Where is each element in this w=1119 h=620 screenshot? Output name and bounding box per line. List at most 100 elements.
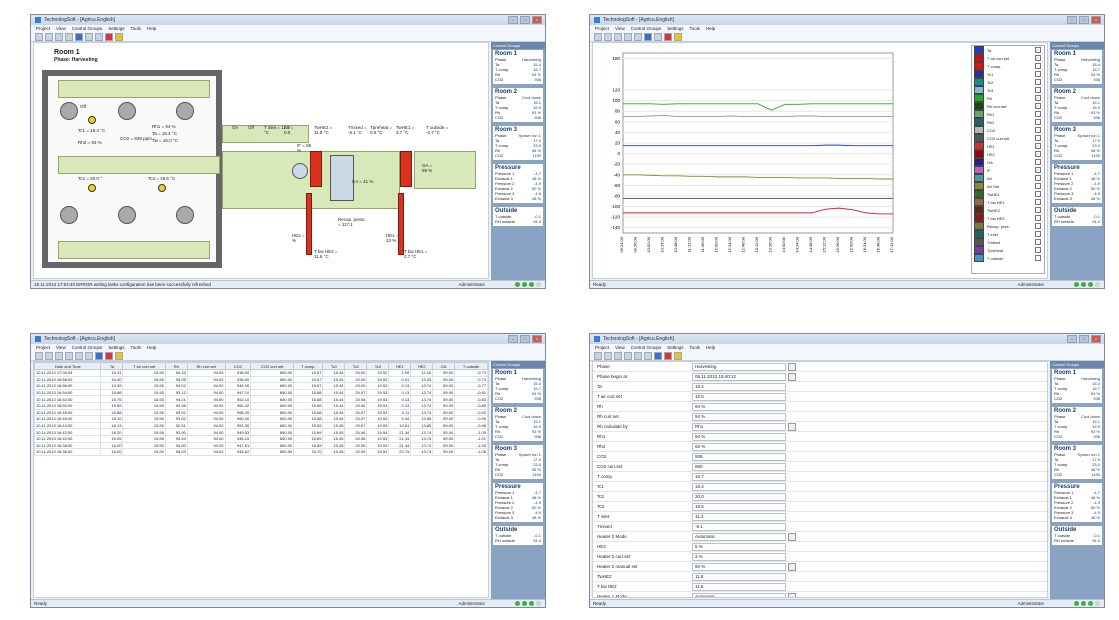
parameter-value[interactable]: 11.8 — [692, 572, 786, 581]
menu-project[interactable]: Project — [595, 26, 609, 31]
help-icon[interactable] — [115, 351, 123, 360]
legend-checkbox[interactable] — [1035, 207, 1041, 213]
legend-checkbox[interactable] — [1035, 183, 1041, 189]
room-3-card[interactable]: Room 3 Phase Spawn run 1 Ta 17.0 T comp. 23… — [493, 126, 543, 160]
legend-item[interactable]: Rh2 — [972, 118, 1044, 126]
legend-item[interactable]: Tc1 — [972, 70, 1044, 78]
parameter-value[interactable]: 15.5 — [692, 392, 786, 401]
outside-card[interactable]: Outside T outside -0.1 RH outside 94.0 — [1052, 526, 1102, 545]
valve-he2-icon[interactable] — [306, 193, 312, 255]
room-2-card[interactable]: Room 2 Phase Cool down Ta 15.1 T comp. 15.9… — [493, 88, 543, 122]
sensor-tc2-icon[interactable] — [88, 184, 96, 192]
parameter-value[interactable]: 11.6 — [692, 582, 786, 591]
legend-item[interactable]: T bw HE1 — [972, 198, 1044, 206]
new-icon[interactable] — [594, 351, 602, 360]
print-icon[interactable] — [624, 32, 632, 41]
parameter-value[interactable]: 94 % — [692, 412, 786, 421]
legend-item[interactable]: T inlet — [972, 230, 1044, 238]
legend-checkbox[interactable] — [1035, 255, 1041, 261]
close-button[interactable]: × — [532, 335, 542, 343]
legend-checkbox[interactable] — [1035, 199, 1041, 205]
pressure-card[interactable]: Pressure Pressure 1 -4.7 Exhaust 1 48 % Pr… — [493, 483, 543, 522]
table-row[interactable]: 10.11.2013 16:56:00 15.39 15.55 94.02 94.00 9… — [34, 382, 488, 390]
print-icon[interactable] — [624, 351, 632, 360]
legend-checkbox[interactable] — [1035, 71, 1041, 77]
room-3-card[interactable]: Room 3 Phase Spawn run 1 Ta 17.0 T comp. 23… — [1052, 126, 1102, 160]
save-icon[interactable] — [55, 351, 63, 360]
column-header[interactable]: CO2 — [224, 362, 252, 370]
parameter-value[interactable]: 15.4 — [692, 382, 786, 391]
menu-help[interactable]: Help — [706, 345, 715, 350]
dropdown-icon[interactable] — [788, 372, 796, 381]
minimize-button[interactable]: – — [508, 16, 518, 24]
parameter-value[interactable]: 50 % — [692, 562, 786, 571]
column-header[interactable]: T comp. — [293, 362, 324, 370]
table-row[interactable]: 10.11.2013 16:42:00 16.20 15.56 93.90 94.00 9… — [34, 428, 488, 436]
legend-item[interactable]: IF ✓ — [972, 166, 1044, 174]
legend-item[interactable]: OA — [972, 158, 1044, 166]
column-header[interactable]: HE1 — [388, 362, 412, 370]
open-icon[interactable] — [45, 32, 53, 41]
column-header[interactable]: Tc2 — [344, 362, 368, 370]
alarm-icon[interactable] — [664, 351, 672, 360]
legend-checkbox[interactable] — [1035, 215, 1041, 221]
legend-checkbox[interactable]: ✓ — [1035, 95, 1041, 101]
room-3-card[interactable]: Room 3 Phase Spawn run 1 Ta 17.0 T comp. 23… — [1052, 445, 1102, 479]
room-2-card[interactable]: Room 2 Phase Cool down Ta 15.1 T comp. 15.9… — [493, 407, 543, 441]
legend-item[interactable]: TwHE2 — [972, 206, 1044, 214]
table-row[interactable]: 10.11.2013 16:48:00 15.88 15.55 93.92 94.00 9… — [34, 408, 488, 417]
table-row[interactable]: 10.11.2013 16:40:00 16.05 15.56 94.44 94.00 9… — [34, 434, 488, 443]
menu-help[interactable]: Help — [147, 26, 156, 31]
table-row[interactable]: 10.11.2013 16:38:00 16.00 15.59 94.80 94.00 9… — [34, 441, 488, 450]
heater-he2-icon[interactable] — [310, 151, 322, 187]
legend-item[interactable]: T bw HE2 — [972, 214, 1044, 222]
column-header[interactable]: T air curr.set — [122, 362, 166, 370]
table-row[interactable]: 10.11.2013 16:36:00 16.00 15.59 94.53 94.00 9… — [34, 448, 488, 456]
menu-tools[interactable]: Tools — [689, 345, 700, 350]
room-1-card[interactable]: Room 1 Phase Harvesting Ta 15.4 T comp. 15.… — [1052, 369, 1102, 403]
legend-checkbox[interactable]: ✓ — [1035, 103, 1041, 109]
table-icon[interactable] — [95, 351, 103, 360]
menu-tools[interactable]: Tools — [130, 345, 141, 350]
legend-item[interactable]: T outside — [972, 254, 1044, 262]
maximize-button[interactable]: □ — [1079, 335, 1089, 343]
room-1-card[interactable]: Room 1 Phase Harvesting Ta 15.4 T comp. 15.… — [1052, 50, 1102, 84]
legend-item[interactable]: Tpreheat — [972, 246, 1044, 254]
dropdown-icon[interactable] — [788, 592, 796, 597]
legend-checkbox[interactable]: ✓ — [1035, 55, 1041, 61]
legend-checkbox[interactable] — [1035, 223, 1041, 229]
table-row[interactable]: 10.11.2013 16:58:00 15.40 15.55 93.95 94.00 9… — [34, 375, 488, 384]
legend-item[interactable]: AV Set — [972, 182, 1044, 190]
legend-item[interactable]: Tc3 — [972, 86, 1044, 94]
menu-view[interactable]: View — [615, 26, 625, 31]
menu-project[interactable]: Project — [36, 345, 50, 350]
legend-item[interactable]: Ta ✓ — [972, 46, 1044, 54]
column-header[interactable]: Rh curr.set — [186, 362, 226, 370]
sensor-tc3-icon[interactable] — [158, 184, 166, 192]
minimize-button[interactable]: – — [508, 335, 518, 343]
parameter-value[interactable]: Automatic — [692, 532, 786, 541]
legend-item[interactable]: T air curr.set ✓ — [972, 54, 1044, 62]
maximize-button[interactable]: □ — [1079, 16, 1089, 24]
pressure-card[interactable]: Pressure Pressure 1 -4.7 Exhaust 1 48 % Pr… — [1052, 483, 1102, 522]
legend-checkbox[interactable]: ✓ — [1035, 143, 1041, 149]
alarm-icon[interactable] — [105, 351, 113, 360]
new-icon[interactable] — [35, 351, 43, 360]
heater-he1-icon[interactable] — [400, 151, 412, 187]
parameter-value[interactable]: 19.5 — [692, 502, 786, 511]
dropdown-icon[interactable] — [788, 362, 796, 371]
column-header[interactable]: T outside — [454, 362, 488, 370]
column-header[interactable]: OA — [432, 362, 456, 370]
schematic-icon[interactable] — [634, 351, 642, 360]
column-header[interactable]: CO2 curr.set — [250, 362, 295, 370]
table-icon[interactable] — [654, 32, 662, 41]
legend-item[interactable]: Recup. pres. — [972, 222, 1044, 230]
room-1-card[interactable]: Room 1 Phase Harvesting Ta 15.4 T comp. 15.… — [493, 50, 543, 84]
legend-item[interactable]: CO2 — [972, 126, 1044, 134]
menu-control-groups[interactable]: Control Groups — [72, 345, 103, 350]
save-icon[interactable] — [614, 32, 622, 41]
open-icon[interactable] — [45, 351, 53, 360]
valve-he1-icon[interactable] — [398, 193, 404, 255]
open-icon[interactable] — [604, 351, 612, 360]
legend-checkbox[interactable] — [1035, 191, 1041, 197]
